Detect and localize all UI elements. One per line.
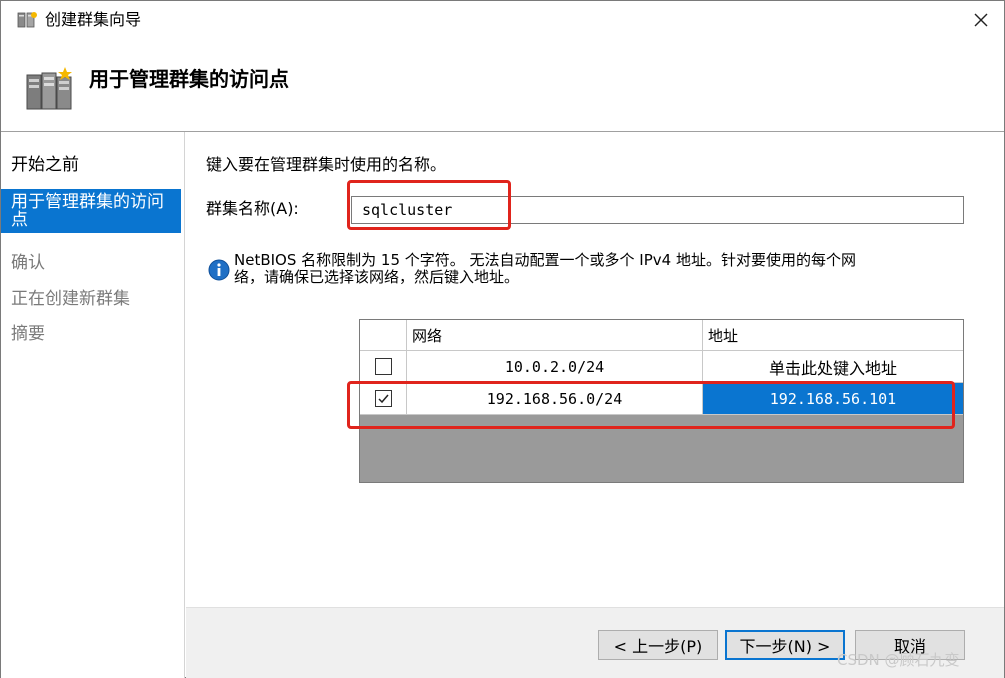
close-icon — [974, 13, 988, 27]
cluster-servers-icon — [26, 67, 72, 110]
row-highlight-box — [347, 381, 955, 429]
next-button[interactable]: 下一步(N) > — [725, 630, 845, 660]
back-button[interactable]: < 上一步(P) — [598, 630, 718, 660]
info-message-line-1: NetBIOS 名称限制为 15 个字符。 无法自动配置一个或多个 IPv4 地… — [234, 251, 856, 269]
network-checkbox[interactable] — [374, 358, 392, 375]
wizard-window: 创建群集向导 用于管理群集的访问点 开始之前 用于管理群集的访问点 确认 正在创… — [0, 0, 1005, 678]
grid-header-address[interactable]: 地址 — [703, 320, 963, 350]
name-highlight-box — [347, 180, 511, 230]
info-icon — [208, 259, 230, 281]
grid-cell-address-input[interactable]: 单击此处键入地址 — [703, 351, 963, 382]
sidebar-item-confirm[interactable]: 确认 — [1, 254, 181, 272]
wizard-content: 键入要在管理群集时使用的名称。 群集名称(A): sqlcluster NetB… — [186, 132, 1004, 678]
sidebar-item-before-you-begin[interactable]: 开始之前 — [1, 156, 181, 174]
cluster-name-label: 群集名称(A): — [206, 199, 299, 218]
sidebar-item-summary[interactable]: 摘要 — [1, 325, 181, 343]
grid-header-network[interactable]: 网络 — [407, 320, 703, 350]
wizard-steps-sidebar: 开始之前 用于管理群集的访问点 确认 正在创建新群集 摘要 — [1, 132, 185, 678]
sidebar-item-label: 开始之前 — [11, 155, 79, 175]
close-button[interactable] — [958, 1, 1004, 39]
sidebar-item-label: 正在创建新群集 — [11, 289, 130, 309]
sidebar-item-access-point[interactable]: 用于管理群集的访问点 — [1, 189, 181, 233]
sidebar-item-label: 用于管理群集的访问点 — [11, 192, 164, 230]
sidebar-item-label: 摘要 — [11, 324, 45, 344]
window-title: 创建群集向导 — [45, 10, 142, 29]
info-message: NetBIOS 名称限制为 15 个字符。 无法自动配置一个或多个 IPv4 地… — [234, 252, 974, 286]
instruction-text: 键入要在管理群集时使用的名称。 — [206, 155, 447, 174]
watermark: CSDN @顾石九变 — [837, 651, 960, 669]
grid-header-select — [360, 320, 407, 350]
sidebar-item-label: 确认 — [11, 253, 45, 273]
table-row[interactable]: 10.0.2.0/24 单击此处键入地址 — [360, 351, 963, 383]
grid-cell-select — [360, 351, 407, 382]
cluster-app-icon — [17, 12, 37, 28]
wizard-header: 用于管理群集的访问点 — [1, 39, 1004, 131]
grid-cell-network: 10.0.2.0/24 — [407, 351, 703, 382]
grid-header-row: 网络 地址 — [360, 320, 963, 351]
info-message-line-2: 络，请确保已选择该网络，然后键入地址。 — [234, 268, 520, 286]
sidebar-item-creating-cluster[interactable]: 正在创建新群集 — [1, 290, 181, 308]
title-bar: 创建群集向导 — [1, 1, 1004, 39]
page-title: 用于管理群集的访问点 — [89, 67, 289, 91]
